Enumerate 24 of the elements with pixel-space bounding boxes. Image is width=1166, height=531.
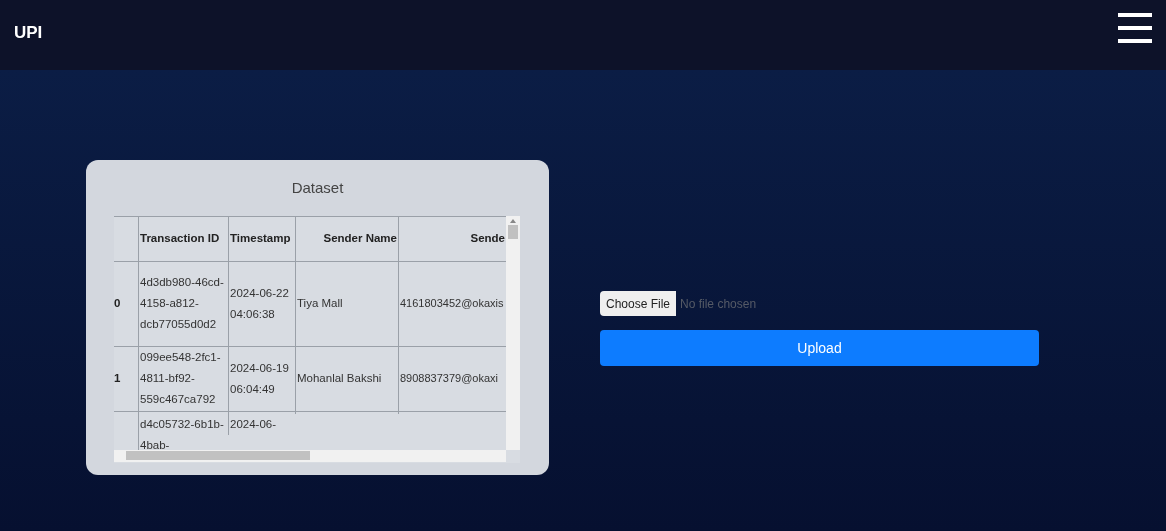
table-cell-text: 4d3db980-46cd-4158-a812-dcb77055d0d2 [140, 275, 225, 332]
table-cell-text: 2024-06-22 04:06:38 [230, 285, 290, 322]
table-cell-text: 2024-06- [230, 416, 278, 432]
table-cell-text: 8908837379@okaxi [400, 371, 499, 386]
horizontal-scrollbar[interactable] [114, 449, 506, 462]
scrollbar-thumb[interactable] [508, 224, 518, 239]
table-cell-text: d4c05732-6b1b-4bab- [140, 416, 225, 450]
card-title: Dataset [291, 178, 344, 198]
table-cell-text: 2024-06-19 06:04:49 [230, 360, 290, 397]
table-cell-text: Tiya Mall [297, 296, 344, 311]
scrollbar-thumb[interactable] [126, 451, 310, 460]
vertical-scrollbar[interactable] [506, 215, 520, 450]
column-header: Timestamp [228, 216, 295, 261]
table-cell-text: 4161803452@okaxis [400, 296, 504, 311]
table-cell-text: Mohanlal Bakshi [297, 371, 383, 386]
upload-button[interactable]: Upload [600, 330, 1039, 366]
app-title: UPI [14, 22, 43, 44]
column-header: Sender Name [295, 216, 398, 261]
column-header: Transaction ID [138, 216, 228, 261]
menu-icon[interactable] [1118, 12, 1152, 44]
file-status-text: No file chosen [680, 295, 757, 313]
row-index: 0 [114, 295, 121, 311]
row-index: 1 [114, 370, 121, 386]
choose-file-button[interactable]: Choose File [600, 291, 677, 316]
